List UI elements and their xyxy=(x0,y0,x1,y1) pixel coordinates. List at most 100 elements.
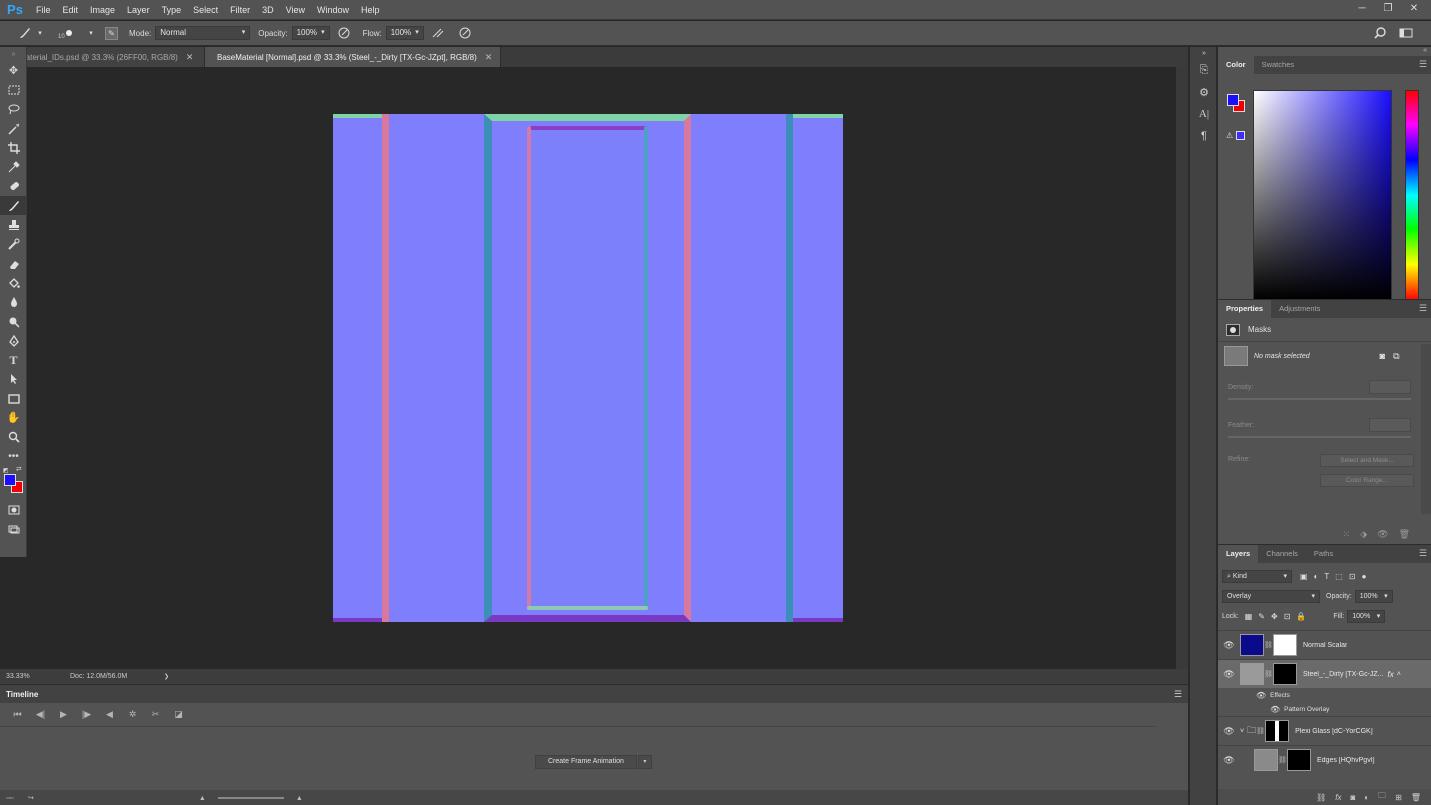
menu-view[interactable]: View xyxy=(280,5,311,15)
foreground-color-swatch[interactable] xyxy=(4,474,16,487)
menu-3d[interactable]: 3D xyxy=(256,5,280,15)
tab-layers[interactable]: Layers xyxy=(1218,545,1259,563)
panel-menu-icon[interactable]: ☰ xyxy=(1419,548,1427,559)
type-filter-icon[interactable]: T xyxy=(1324,572,1329,581)
zoom-level[interactable]: 33.33% xyxy=(6,673,70,680)
pen-tool-icon[interactable] xyxy=(0,331,27,350)
crop-tool-icon[interactable] xyxy=(0,138,27,157)
workspace-icon[interactable] xyxy=(1398,25,1414,41)
panel-collapse-bar[interactable]: « xyxy=(1218,47,1431,56)
history-brush-tool-icon[interactable] xyxy=(0,235,27,254)
visibility-icon[interactable]: 👁 xyxy=(1218,726,1240,737)
next-frame-icon[interactable]: |▶ xyxy=(75,709,98,720)
color-picker-field[interactable] xyxy=(1253,90,1392,301)
pattern-overlay-row[interactable]: 👁 Pattern Overlay xyxy=(1218,702,1431,716)
chevron-down-icon[interactable]: ▾ xyxy=(637,755,652,769)
eyedropper-tool-icon[interactable] xyxy=(0,157,27,176)
apply-mask-icon[interactable]: ⬗ xyxy=(1360,529,1367,540)
adjustment-layer-icon[interactable]: ◐ xyxy=(1364,793,1369,802)
new-group-icon[interactable]: 🗀 xyxy=(1378,790,1386,804)
toolbar-grip-icon[interactable]: » xyxy=(0,47,27,61)
chevron-down-icon[interactable]: ▾ xyxy=(83,25,99,41)
zoom-in-icon[interactable]: ▲ xyxy=(296,795,303,802)
lock-artboard-icon[interactable]: ⊡ xyxy=(1284,612,1291,621)
lock-all-icon[interactable]: 🔒 xyxy=(1296,612,1306,621)
tab-adjustments[interactable]: Adjustments xyxy=(1271,300,1328,318)
lock-transparent-icon[interactable]: ▦ xyxy=(1245,612,1253,621)
panel-menu-icon[interactable]: ☰ xyxy=(1419,303,1427,314)
link-icon[interactable]: ⛓ xyxy=(1278,756,1287,764)
vector-mask-icon[interactable]: ⧉ xyxy=(1393,351,1399,362)
zoom-out-icon[interactable]: ▲ xyxy=(199,795,206,802)
airbrush-icon[interactable] xyxy=(430,25,446,41)
clone-stamp-tool-icon[interactable] xyxy=(0,215,27,234)
dodge-tool-icon[interactable] xyxy=(0,312,27,331)
link-icon[interactable]: ⛓ xyxy=(1256,727,1265,735)
previous-frame-icon[interactable]: ◀| xyxy=(29,709,52,720)
link-icon[interactable]: ⛓ xyxy=(1264,641,1273,649)
tab-color[interactable]: Color xyxy=(1218,56,1254,74)
foreground-color-swatch[interactable] xyxy=(1227,94,1239,106)
document-canvas[interactable] xyxy=(333,114,843,622)
chevron-down-icon[interactable]: ▾ xyxy=(32,25,48,41)
menu-type[interactable]: Type xyxy=(156,5,188,15)
close-icon[interactable]: ✕ xyxy=(1401,0,1427,18)
effects-row[interactable]: 👁 Effects xyxy=(1218,688,1431,702)
tab-properties[interactable]: Properties xyxy=(1218,300,1272,318)
pressure-size-icon[interactable] xyxy=(457,25,473,41)
eraser-tool-icon[interactable] xyxy=(0,254,27,273)
quick-mask-icon[interactable] xyxy=(0,500,27,519)
smart-object-filter-icon[interactable]: ⊡ xyxy=(1349,572,1356,581)
transition-icon[interactable]: ◪ xyxy=(167,709,190,720)
visibility-icon[interactable]: 👁 xyxy=(1270,705,1280,714)
tab-material-ids[interactable]: Material_IDs.psd @ 33.3% (26FF00, RGB/8)… xyxy=(27,47,205,67)
menu-image[interactable]: Image xyxy=(84,5,121,15)
color-swatches[interactable]: ◩ ⮂ xyxy=(0,466,27,500)
lasso-tool-icon[interactable] xyxy=(0,100,27,119)
adjustment-filter-icon[interactable]: ◐ xyxy=(1314,572,1319,581)
brush-panel-icon[interactable]: ✎ xyxy=(105,26,118,40)
menu-edit[interactable]: Edit xyxy=(57,5,85,15)
swap-colors-icon[interactable]: ⮂ xyxy=(16,466,22,474)
layer-opacity-input[interactable]: 100% ▾ xyxy=(1354,589,1393,603)
menu-file[interactable]: File xyxy=(30,5,57,15)
tab-basematerial[interactable]: BaseMaterial [Normal].psd @ 33.3% (Steel… xyxy=(205,47,502,67)
trash-icon[interactable]: 🗑 xyxy=(1399,529,1410,540)
brush-tool-icon[interactable] xyxy=(17,25,33,41)
more-tools-icon[interactable]: ••• xyxy=(0,447,27,466)
gamut-swatch[interactable] xyxy=(1236,131,1246,140)
brush-tool-icon[interactable] xyxy=(0,196,27,216)
settings-icon[interactable]: ✲ xyxy=(121,709,144,720)
load-selection-icon[interactable]: ⁙ xyxy=(1343,529,1351,540)
tab-channels[interactable]: Channels xyxy=(1258,545,1306,563)
default-colors-icon[interactable]: ◩ xyxy=(3,467,9,474)
magic-wand-tool-icon[interactable] xyxy=(0,119,27,138)
play-icon[interactable]: ▶ xyxy=(52,709,75,720)
chevron-up-icon[interactable]: ˄ xyxy=(1397,671,1401,678)
collapse-icon[interactable]: « xyxy=(1423,47,1427,54)
pressure-opacity-icon[interactable] xyxy=(336,25,352,41)
create-frame-animation-button[interactable]: Create Frame Animation xyxy=(535,755,637,769)
add-mask-icon[interactable]: ◙ xyxy=(1350,793,1355,802)
menu-select[interactable]: Select xyxy=(187,5,224,15)
opacity-input[interactable]: 100% ▾ xyxy=(291,26,330,40)
kind-filter-select[interactable]: ⌕ Kind ▾ xyxy=(1222,569,1292,583)
layer-steel-dirty[interactable]: 👁 ⛓ Steel_-_Dirty [TX-Gc-JZ... fx ˄ xyxy=(1218,659,1431,688)
zoom-tool-icon[interactable] xyxy=(0,428,27,447)
healing-brush-tool-icon[interactable] xyxy=(0,177,27,196)
move-tool-icon[interactable]: ✥ xyxy=(0,61,27,80)
split-icon[interactable]: ✂ xyxy=(144,709,167,720)
paragraph-icon[interactable]: ¶ xyxy=(1190,125,1218,147)
menu-window[interactable]: Window xyxy=(311,5,355,15)
rectangle-tool-icon[interactable] xyxy=(0,389,27,408)
menu-filter[interactable]: Filter xyxy=(224,5,256,15)
panel-menu-icon[interactable]: ☰ xyxy=(1419,59,1427,70)
close-icon[interactable]: ✕ xyxy=(485,52,493,63)
link-layers-icon[interactable]: ⛓ xyxy=(1316,793,1326,802)
filter-toggle-icon[interactable]: ● xyxy=(1362,572,1367,581)
fill-input[interactable]: 100% ▾ xyxy=(1347,609,1386,623)
zoom-slider[interactable] xyxy=(217,797,284,799)
flow-input[interactable]: 100% ▾ xyxy=(385,26,424,40)
new-layer-icon[interactable]: ⊞ xyxy=(1395,793,1402,802)
blend-mode-select[interactable]: Overlay ▾ xyxy=(1222,589,1320,603)
